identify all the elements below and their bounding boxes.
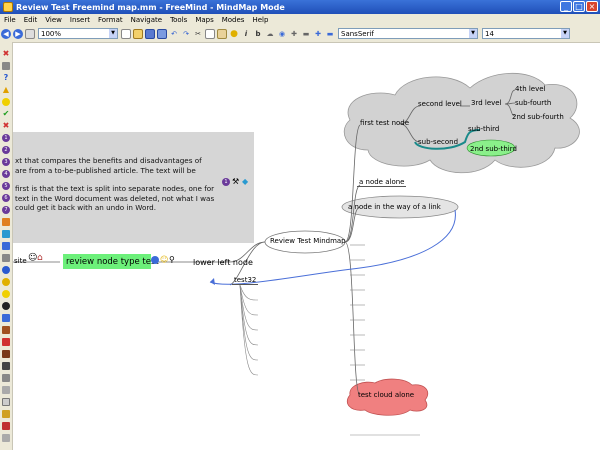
info-icon [151, 256, 159, 264]
third-level-node[interactable]: 3rd level [471, 99, 502, 107]
smiley-icon: ☺ [160, 255, 169, 264]
second-sub-fourth-node[interactable]: 2nd sub-fourth [512, 113, 564, 121]
hammer-icon: ⚒ [232, 177, 240, 186]
second-level-node[interactable]: second level [418, 100, 462, 108]
mindmap-edges [13, 72, 580, 436]
fourth-level-node[interactable]: 4th level [515, 85, 546, 93]
site-node[interactable]: site [14, 257, 27, 265]
sub-fourth-node[interactable]: sub-fourth [515, 99, 551, 107]
priority-1-icon: 1 [222, 178, 230, 186]
lower-left-node[interactable]: lower left node [193, 258, 253, 267]
back-arrow-icon: ◆ [242, 177, 249, 186]
in-way-node[interactable]: a node in the way of a link [348, 203, 441, 211]
review-node[interactable]: review node type test [66, 257, 159, 267]
sub-third-node[interactable]: sub-third [468, 125, 499, 133]
test32-node[interactable]: test32 [232, 276, 259, 285]
second-sub-third-node[interactable]: 2nd sub-third [470, 145, 517, 153]
magnifier-icon: ⚲ [169, 255, 175, 264]
cloud-alone-node[interactable]: test cloud alone [358, 391, 414, 399]
sub-second-node[interactable]: sub-second [418, 138, 458, 146]
first-test-node[interactable]: first test node [360, 119, 409, 127]
home-icon: ⌂ [37, 253, 43, 263]
alone-node[interactable]: a node alone [357, 178, 407, 187]
smiley-icon: ☺ [28, 253, 38, 263]
root-node[interactable]: Review Test Mindmap [270, 237, 346, 245]
